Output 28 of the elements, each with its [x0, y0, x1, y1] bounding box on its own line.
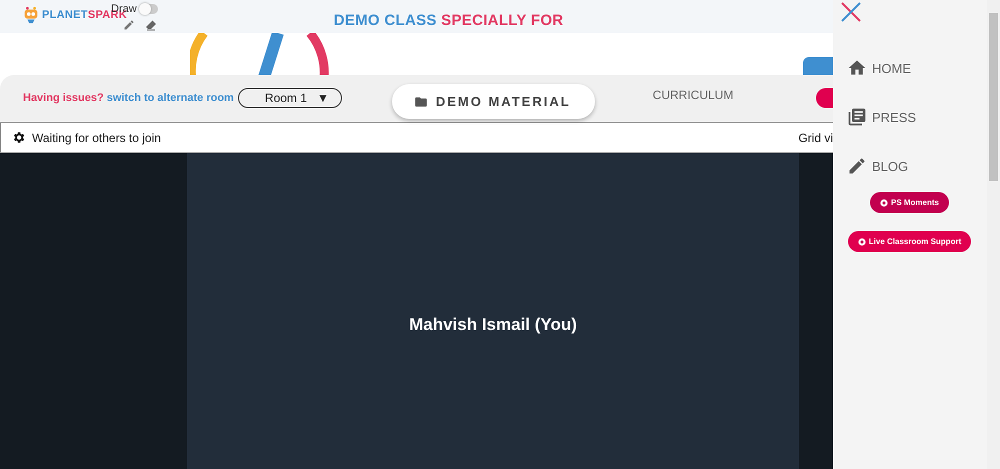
pencil-icon: [847, 156, 867, 176]
menu-item[interactable]: BLOG: [847, 156, 1000, 176]
ring-icon: [880, 198, 888, 206]
tab[interactable]: DEMO MATERIAL: [392, 84, 595, 119]
pencil-icon[interactable]: [123, 19, 136, 31]
tooltip-bubble: [803, 57, 833, 75]
scrollbar[interactable]: [987, 0, 1000, 469]
newspaper-icon: [847, 107, 867, 127]
status-text: Waiting for others to join: [32, 130, 161, 144]
participant-name: Mahvish Ismail (You): [409, 315, 577, 335]
eraser-icon[interactable]: [145, 19, 158, 31]
robot-icon: [22, 6, 40, 24]
close-icon[interactable]: [840, 1, 862, 23]
folder-icon: [414, 94, 428, 108]
issue-text: Having issues?: [23, 92, 104, 104]
menu-item[interactable]: HOME: [847, 58, 1000, 78]
draw-toggle[interactable]: [138, 4, 158, 14]
menu-item[interactable]: PRESS: [847, 107, 1000, 127]
pill-button[interactable]: PS Moments: [870, 192, 949, 213]
page-title: DEMO CLASS SPECIALLY FOR: [334, 12, 564, 29]
switch-room-link[interactable]: switch to alternate room: [106, 92, 234, 104]
ring-icon: [858, 238, 866, 246]
pill-button[interactable]: Live Classroom Support: [848, 231, 972, 252]
grid-view-link[interactable]: Grid vi: [798, 130, 833, 144]
settings-icon[interactable]: [11, 130, 26, 145]
tab[interactable]: CURRICULUM: [632, 75, 754, 115]
room-select[interactable]: Room 1 ▼: [238, 88, 342, 108]
help-badge[interactable]: [816, 88, 833, 108]
